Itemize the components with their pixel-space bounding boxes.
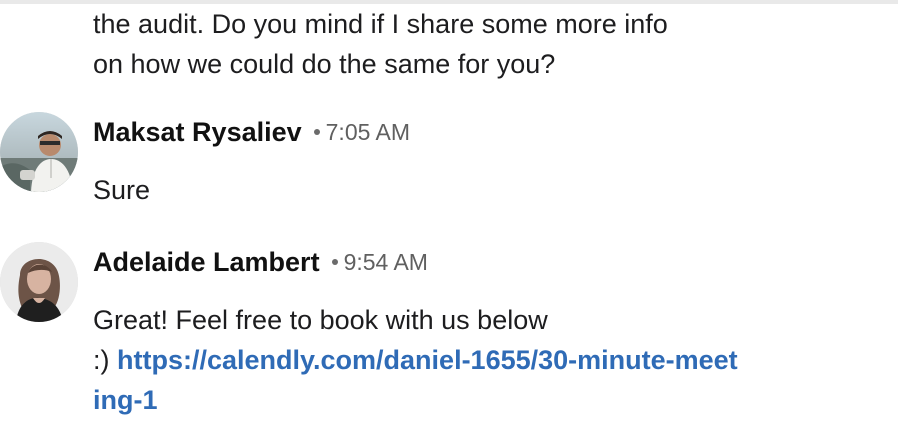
avatar[interactable] xyxy=(0,112,78,192)
chat-thread: the audit. Do you mind if I share some m… xyxy=(0,0,898,438)
author-name[interactable]: Adelaide Lambert xyxy=(93,247,320,278)
separator-dot xyxy=(331,259,338,265)
avatar[interactable] xyxy=(0,242,78,322)
message-text: Sure xyxy=(93,175,151,205)
message-text: Great! Feel free to book with us below :… xyxy=(93,300,743,420)
author-name[interactable]: Maksat Rysaliev xyxy=(93,117,302,148)
calendly-link[interactable]: https://calendly.com/daniel-1655/30-minu… xyxy=(93,345,738,415)
message-header: Adelaide Lambert 9:54 AM xyxy=(93,242,428,282)
message-timestamp: 9:54 AM xyxy=(343,248,428,275)
previous-message-text: the audit. Do you mind if I share some m… xyxy=(93,9,668,79)
message-timestamp: 7:05 AM xyxy=(325,118,411,145)
message-header: Maksat Rysaliev 7:05 AM xyxy=(93,112,410,152)
separator-dot xyxy=(313,129,320,135)
